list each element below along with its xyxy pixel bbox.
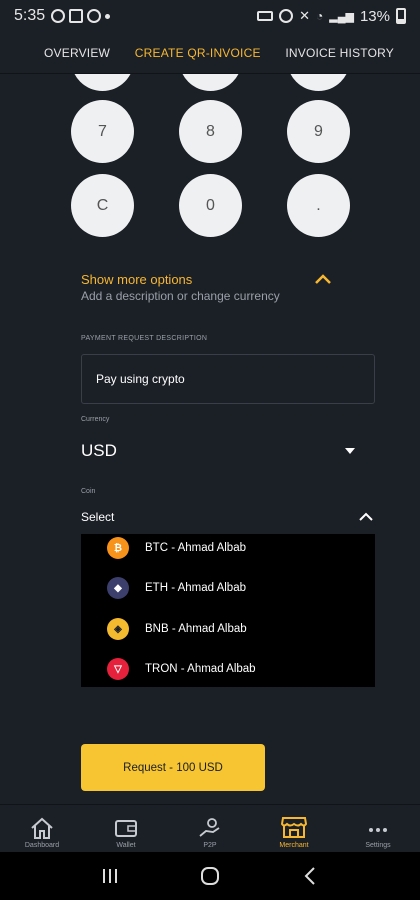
btc-icon: ₿ — [107, 537, 129, 559]
tab-overview[interactable]: OVERVIEW — [44, 46, 110, 60]
chevron-up-icon[interactable] — [314, 272, 332, 286]
alarm-icon — [279, 9, 294, 23]
whatsapp-icon — [51, 9, 66, 23]
nav-label: P2P — [203, 842, 217, 849]
back-button[interactable] — [290, 861, 330, 891]
nav-dashboard[interactable]: Dashboard — [0, 805, 84, 852]
recent-apps-icon — [103, 869, 117, 883]
keypad-key-7[interactable]: 7 — [71, 100, 134, 163]
nav-p2p[interactable]: P2P — [168, 805, 252, 852]
currency-label: Currency — [81, 416, 110, 423]
messenger-icon — [87, 9, 102, 23]
nav-label: Wallet — [116, 842, 136, 849]
status-time: 5:35 — [14, 7, 46, 24]
back-icon — [304, 867, 315, 885]
keypad-key[interactable] — [287, 74, 350, 91]
keypad-key-clear[interactable]: C — [71, 174, 134, 237]
nav-wallet[interactable]: Wallet — [84, 805, 168, 852]
eth-icon: ◆ — [107, 577, 129, 599]
currency-select[interactable]: USD — [81, 441, 117, 461]
system-icons: ✕ ◔ ▂▄▆ 13% — [257, 8, 406, 25]
store-icon — [280, 817, 308, 838]
show-more-options-toggle[interactable]: Show more options — [81, 272, 192, 287]
home-button[interactable] — [190, 861, 230, 891]
tron-icon: ▽ — [107, 658, 129, 680]
coin-option-eth[interactable]: ◆ ETH - Ahmad Albab — [107, 576, 246, 600]
more-notifications-icon — [105, 13, 111, 19]
coin-select[interactable]: Select — [81, 510, 114, 524]
nav-label: Merchant — [279, 842, 309, 849]
description-label: PAYMENT REQUEST DESCRIPTION — [81, 335, 208, 342]
show-more-options-subtitle: Add a description or change currency — [81, 289, 280, 303]
coin-option-btc[interactable]: ₿ BTC - Ahmad Albab — [107, 536, 246, 560]
status-bar: 5:35 ✕ ◔ ▂▄▆ 13% — [0, 0, 420, 32]
bnb-icon: ◈ — [107, 618, 129, 640]
keypad-key-decimal[interactable]: . — [287, 174, 350, 237]
coin-option-label: TRON - Ahmad Albab — [145, 663, 256, 675]
coin-option-label: ETH - Ahmad Albab — [145, 582, 246, 594]
recent-apps-button[interactable] — [90, 861, 130, 891]
top-tabs: OVERVIEW CREATE QR-INVOICE INVOICE HISTO… — [0, 32, 420, 74]
coin-dropdown-list: ₿ BTC - Ahmad Albab ◆ ETH - Ahmad Albab … — [81, 534, 375, 687]
battery-percent: 13% — [359, 7, 390, 25]
nav-settings[interactable]: Settings — [336, 805, 420, 852]
coin-option-bnb[interactable]: ◈ BNB - Ahmad Albab — [107, 617, 247, 641]
keypad-key-8[interactable]: 8 — [179, 100, 242, 163]
home-circle-icon — [201, 867, 219, 885]
wallet-icon — [115, 820, 137, 837]
notification-icons — [51, 9, 111, 23]
nav-merchant[interactable]: Merchant — [252, 805, 336, 852]
tab-create-qr-invoice[interactable]: CREATE QR-INVOICE — [135, 46, 261, 60]
signal-icon: ▂▄▆ — [329, 10, 354, 23]
p2p-icon — [199, 818, 220, 837]
coin-option-label: BNB - Ahmad Albab — [145, 623, 247, 635]
description-input[interactable]: Pay using crypto — [81, 354, 375, 404]
wifi-icon: ◔ — [316, 9, 324, 23]
keypad-key[interactable] — [71, 74, 134, 91]
keypad-key[interactable] — [179, 74, 242, 91]
battery-icon — [396, 8, 406, 24]
system-navigation-bar — [0, 852, 420, 900]
coin-label: Coin — [81, 488, 96, 495]
caret-down-icon[interactable] — [345, 448, 355, 454]
keypad-key-9[interactable]: 9 — [287, 100, 350, 163]
more-icon — [369, 828, 387, 832]
bottom-nav: Dashboard Wallet P2P Merchant Settings — [0, 804, 420, 852]
nav-label: Dashboard — [24, 842, 60, 849]
main-content[interactable]: 7 8 9 C 0 . Show more options Add a desc… — [0, 74, 420, 804]
coin-option-tron[interactable]: ▽ TRON - Ahmad Albab — [107, 657, 256, 681]
tab-invoice-history[interactable]: INVOICE HISTORY — [285, 46, 394, 60]
home-icon — [31, 817, 53, 839]
key-icon — [257, 11, 274, 21]
gallery-icon — [69, 9, 84, 23]
coin-option-label: BTC - Ahmad Albab — [145, 542, 246, 554]
mute-icon: ✕ — [299, 8, 310, 23]
nav-label: Settings — [365, 842, 391, 849]
keypad-key-0[interactable]: 0 — [179, 174, 242, 237]
chevron-up-icon[interactable] — [358, 510, 374, 522]
request-button[interactable]: Request - 100 USD — [81, 744, 265, 791]
